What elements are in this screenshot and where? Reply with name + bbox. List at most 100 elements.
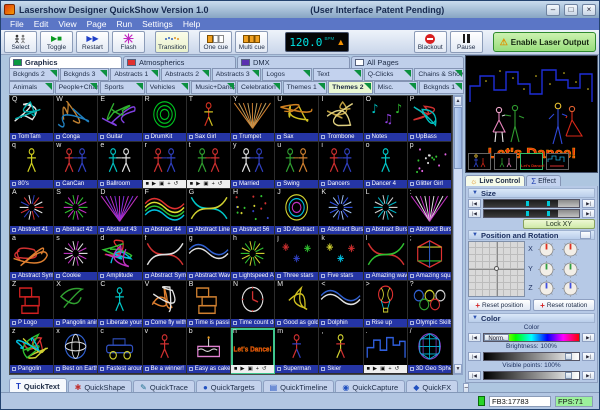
play-icon[interactable]: ▶ [240,365,244,373]
close-button[interactable]: × [582,3,596,16]
rotation-knob-z-1[interactable] [535,280,558,297]
cue-cell-skier[interactable]: , Skier [319,327,364,374]
color-end-button[interactable]: ▶| [582,333,595,342]
visible-start-button[interactable]: |◀ [468,371,481,380]
rotation-knob-x-1[interactable] [535,241,558,258]
cue-cell-drumkit[interactable]: R DrumKit [142,96,187,143]
cue-cell-three-stars[interactable]: j Three stars [275,234,320,282]
scroll-up-arrow[interactable]: ▲ [454,96,462,106]
frame-icon[interactable]: ▣ [380,365,385,373]
cue-cell-abstract-41[interactable]: A Abstract 41 [10,188,55,235]
cue-cell-best-on-earth[interactable]: x Best on Earth [54,327,99,374]
brightness-start-button[interactable]: |◀ [468,352,481,361]
norm-button[interactable]: Norm. [484,334,509,342]
cue-cell-liberate-yourself[interactable]: C Liberate yourself [98,281,143,328]
page-tab-abstracts-3[interactable]: Abstracts 3 [211,68,262,81]
size-x-end-button[interactable]: ▶| [582,199,595,208]
position-options-button[interactable] [580,231,591,239]
transition-button[interactable]: Transition [155,31,190,53]
cue-cell-pangolin[interactable]: z Pangolin [10,327,55,374]
stop-icon[interactable]: ■ [146,180,149,188]
scroll-down-arrow[interactable]: ▼ [454,364,462,374]
cue-cell-amazing-square[interactable]: ; Amazing square [407,234,452,282]
color-start-button[interactable]: |◀ [468,333,481,342]
cue-cell-amplitude[interactable]: d Amplitude [98,234,143,282]
preview-thumb-3-selected[interactable]: Let's Dance! [520,153,545,170]
restart-button[interactable]: ▶▶ Restart [76,31,109,53]
position-rotation-section-header[interactable]: ▼ Position and Rotation [468,230,595,240]
cue-cell-pangolin-animal[interactable]: X Pangolin animal [54,281,99,328]
cue-cell-olympic-skills[interactable]: ? Olympic Skills [407,281,452,328]
loop-icon[interactable]: ↺ [395,365,400,373]
page-tab-bckgnds-1[interactable]: Bckgnds 1 [419,81,464,94]
cue-cell-notes[interactable]: O ♪ ♫ ♪ Notes [363,96,408,143]
cue-cell-be-a-winner-[interactable]: v Be a winner! [142,327,187,374]
move-icon[interactable]: + [388,365,391,373]
menu-file[interactable]: File [5,19,29,29]
cue-cell-p-logo[interactable]: Z P Logo [10,281,55,328]
rotation-knob-z-2[interactable] [559,280,582,297]
size-section-header[interactable]: ▼ Size [468,188,595,198]
size-x-slider[interactable] [483,199,580,208]
cue-cell-easy-as-cake[interactable]: b Easy as cake [186,327,231,374]
move-icon[interactable]: + [212,180,215,188]
cue-cell-rise-up[interactable]: > Rise up [363,281,408,328]
cue-cell-ballroom[interactable]: e Ballroom [98,142,143,189]
position-pad[interactable] [468,241,525,297]
cue-cell-good-as-gold[interactable]: M Good as gold [275,281,320,328]
page-tab-chains-shows[interactable]: Chains & Shows [414,68,465,81]
size-y-end-button[interactable]: ▶| [582,209,595,218]
cue-cell-cookie[interactable]: s Cookie [54,234,99,282]
frame-icon[interactable]: ▣ [203,180,208,188]
category-tab-all-pages[interactable]: All Pages [351,56,464,68]
page-tab-abstracts-2[interactable]: Abstracts 2 [161,68,211,81]
cue-cell-married[interactable]: y Married [231,142,276,189]
menu-help[interactable]: Help [178,19,205,29]
cue-cell-time-count-down[interactable]: N Time count down [231,281,276,328]
category-tab-dmx[interactable]: DMX [237,56,350,68]
cue-cell-fastest-around[interactable]: c Fastest around [98,327,143,374]
cue-cell-abstract-sym-2[interactable]: a Abstract Sym 2 [10,234,55,282]
cue-cell-amazing-waves[interactable]: l Amazing waves [363,234,408,282]
cue-cell-come-fly-with-[interactable]: V Come fly with... [142,281,187,328]
loop-icon[interactable]: ↺ [174,180,179,188]
cue-cell-glitter-girl[interactable]: p Glitter Girl [407,142,452,189]
tab-live-control[interactable]: ☼ Live Control [465,175,526,186]
cue-cell-abstract-lines[interactable]: G Abstract Lines [186,188,231,235]
cue-cell-dolphin[interactable]: < Dolphin [319,281,364,328]
menu-edit[interactable]: Edit [29,19,54,29]
page-tab-celebration[interactable]: Celebration [236,81,282,94]
vertical-scrollbar[interactable]: ▲ ▼ [453,95,463,375]
size-y-start-button[interactable]: |◀ [468,209,481,218]
page-tab-q-clicks[interactable]: Q-Clicks [363,68,414,81]
play-icon[interactable]: ▶ [196,180,200,188]
menu-settings[interactable]: Settings [137,19,178,29]
cue-cell-abstract-sym[interactable]: f Abstract Sym [142,234,187,282]
pause-button[interactable]: Pause [449,31,483,53]
frame-icon[interactable]: ▣ [248,365,253,373]
cue-cell-cancan[interactable]: w CanCan [54,142,99,189]
cue-cell-time-is-passing[interactable]: B Time is passing [186,281,231,328]
cue-cell-sax[interactable]: U Sax [275,96,320,143]
play-icon[interactable]: ▶ [373,365,377,373]
frame-icon[interactable]: ▣ [159,180,164,188]
reset-position-button[interactable]: + Reset position [468,299,531,311]
cue-cell-upbass[interactable]: P UpBass [407,96,452,143]
menu-page[interactable]: Page [82,19,112,29]
page-tab-logos[interactable]: Logos [262,68,313,81]
page-tab-misc-[interactable]: Misc. [373,81,419,94]
cue-cell-trombone[interactable]: I Trombone [319,96,364,143]
cue-cell-tomtam[interactable]: Q TomTam [10,96,55,143]
cue-cell-key-1-4[interactable]: t ■ ▶ ▣ + ↺ [186,142,231,189]
page-tab-animals[interactable]: Animals [9,81,54,94]
preview-thumb-1[interactable] [468,153,491,170]
cue-cell-guitar[interactable]: E Guitar [98,96,143,143]
page-tab-bckgnds-2[interactable]: Bckgnds 2 [9,68,59,81]
stop-icon[interactable]: ■ [190,180,193,188]
maximize-button[interactable]: □ [564,3,578,16]
cue-cell-abstract-56[interactable]: H Abstract 56 [231,188,276,235]
blackout-button[interactable]: Blackout [413,31,447,53]
page-tab-vehicles[interactable]: Vehicles [145,81,191,94]
cue-cell-sax-girl[interactable]: T Sax Girl [186,96,231,143]
page-tab-text[interactable]: Text [313,68,363,81]
